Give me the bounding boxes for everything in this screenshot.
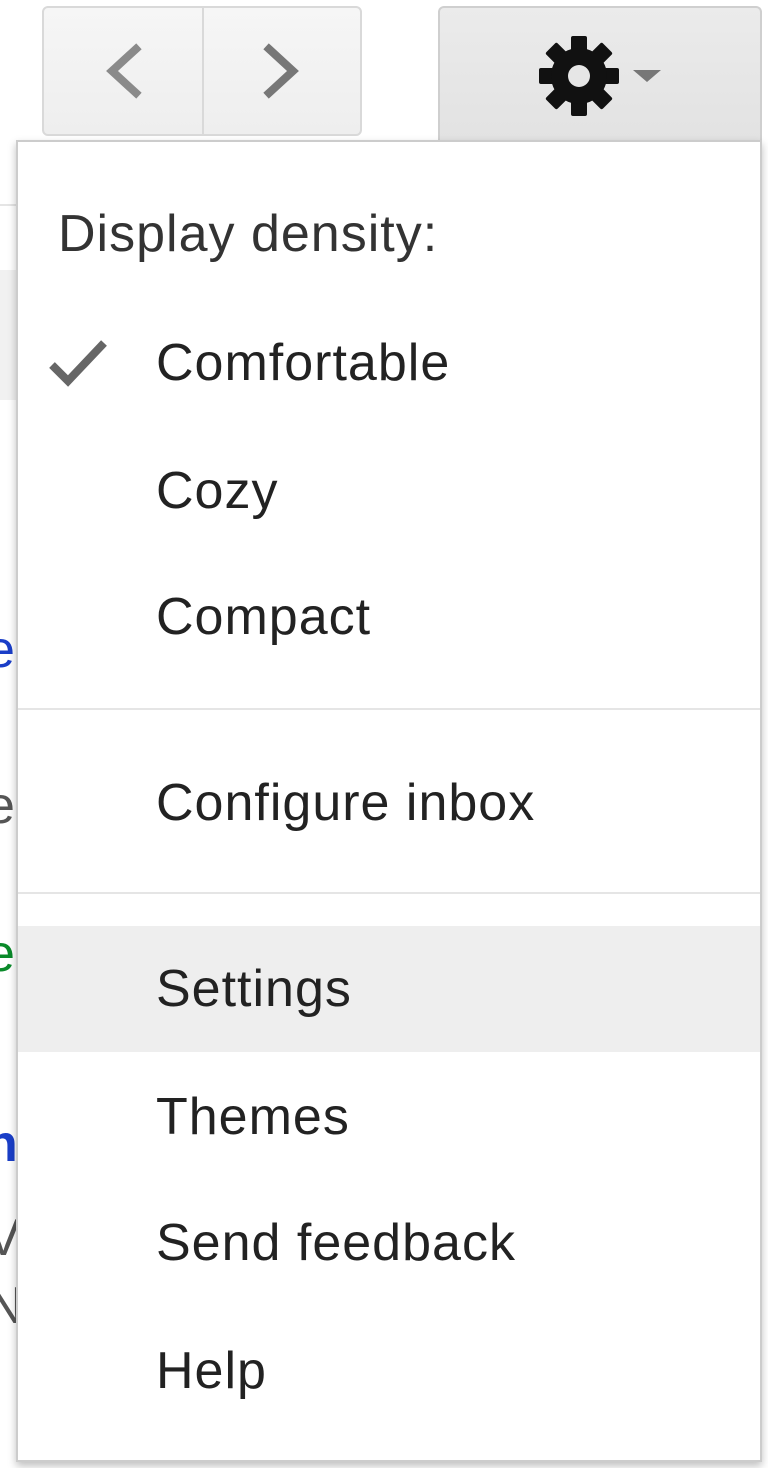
menu-item-label: Settings xyxy=(156,960,352,1018)
checkmark-icon xyxy=(49,340,107,387)
menu-item-label: Compact xyxy=(156,588,372,646)
settings-dropdown-menu: Display density: Comfortable Cozy Compac… xyxy=(16,140,762,1462)
menu-item-label: Help xyxy=(156,1342,267,1400)
menu-item-settings[interactable]: Settings xyxy=(18,926,760,1052)
menu-item-label: Configure inbox xyxy=(156,774,536,832)
display-density-heading: Display density: xyxy=(58,205,439,263)
menu-item-label: Themes xyxy=(156,1088,350,1146)
menu-separator xyxy=(18,708,760,710)
chevron-right-icon xyxy=(263,43,299,99)
menu-item-label: Cozy xyxy=(156,462,279,520)
menu-item-send-feedback[interactable]: Send feedback xyxy=(18,1180,760,1306)
menu-item-compact[interactable]: Compact xyxy=(18,554,760,680)
menu-item-configure-inbox[interactable]: Configure inbox xyxy=(18,740,760,866)
chevron-left-icon xyxy=(106,43,142,99)
settings-menu-button[interactable] xyxy=(438,6,762,144)
menu-item-themes[interactable]: Themes xyxy=(18,1054,760,1180)
menu-item-help[interactable]: Help xyxy=(18,1308,760,1434)
menu-item-cozy[interactable]: Cozy xyxy=(18,428,760,554)
newer-button[interactable] xyxy=(202,6,362,136)
menu-separator xyxy=(18,892,760,894)
older-button[interactable] xyxy=(42,6,204,136)
menu-item-comfortable[interactable]: Comfortable xyxy=(18,300,760,426)
gear-icon xyxy=(539,36,619,116)
caret-down-icon xyxy=(633,70,661,82)
menu-item-label: Comfortable xyxy=(156,334,451,392)
menu-item-label: Send feedback xyxy=(156,1214,516,1272)
